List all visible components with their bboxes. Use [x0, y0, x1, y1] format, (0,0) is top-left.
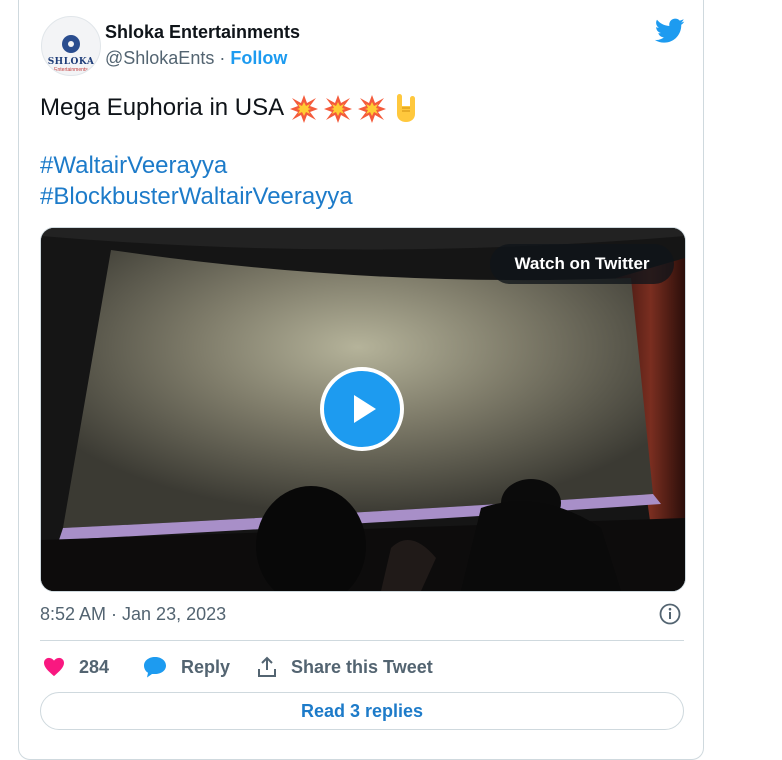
follow-button[interactable]: Follow: [230, 48, 287, 68]
tweet-text: Mega Euphoria in USA: [40, 94, 285, 121]
play-button[interactable]: [320, 367, 404, 451]
share-icon: [258, 656, 276, 677]
heart-icon: [44, 657, 64, 677]
avatar-logo-text: SHLOKA: [47, 57, 95, 67]
tweet-timestamp[interactable]: 8:52 AM · Jan 23, 2023: [40, 604, 226, 625]
play-icon: [354, 395, 376, 423]
info-icon[interactable]: [659, 603, 681, 625]
share-label: Share this Tweet: [291, 656, 433, 677]
sign-of-horns-icon: [397, 94, 415, 122]
share-button[interactable]: Share this Tweet: [257, 656, 433, 678]
reply-bubble-icon: [144, 657, 166, 678]
twitter-bird-icon[interactable]: [655, 18, 685, 44]
film-reel-icon: [62, 35, 80, 53]
author-name[interactable]: Shloka Entertainments: [105, 22, 300, 43]
reply-label: Reply: [181, 656, 231, 677]
author-handle-line: @ShlokaEnts · Follow: [105, 48, 287, 69]
divider: [40, 640, 684, 641]
watch-on-twitter-button[interactable]: Watch on Twitter: [490, 244, 674, 284]
hashtag-link[interactable]: #WaltairVeerayya: [40, 152, 227, 180]
collision-icon: [290, 95, 318, 123]
video-player[interactable]: Watch on Twitter: [40, 227, 686, 592]
separator: ·: [219, 48, 226, 68]
like-count: 284: [79, 656, 110, 677]
author-handle[interactable]: @ShlokaEnts: [105, 48, 214, 68]
hashtag-link[interactable]: #BlockbusterWaltairVeerayya: [40, 183, 353, 211]
tweet-card: SHLOKA Entertainments Shloka Entertainme…: [18, 0, 704, 760]
avatar[interactable]: SHLOKA Entertainments: [41, 16, 101, 76]
like-button[interactable]: 284: [43, 656, 109, 678]
collision-icon: [324, 95, 352, 123]
avatar-logo-subtext: Entertainments: [54, 67, 88, 73]
collision-icon: [358, 95, 386, 123]
read-replies-button[interactable]: Read 3 replies: [40, 692, 684, 730]
reply-button[interactable]: Reply: [143, 656, 230, 678]
